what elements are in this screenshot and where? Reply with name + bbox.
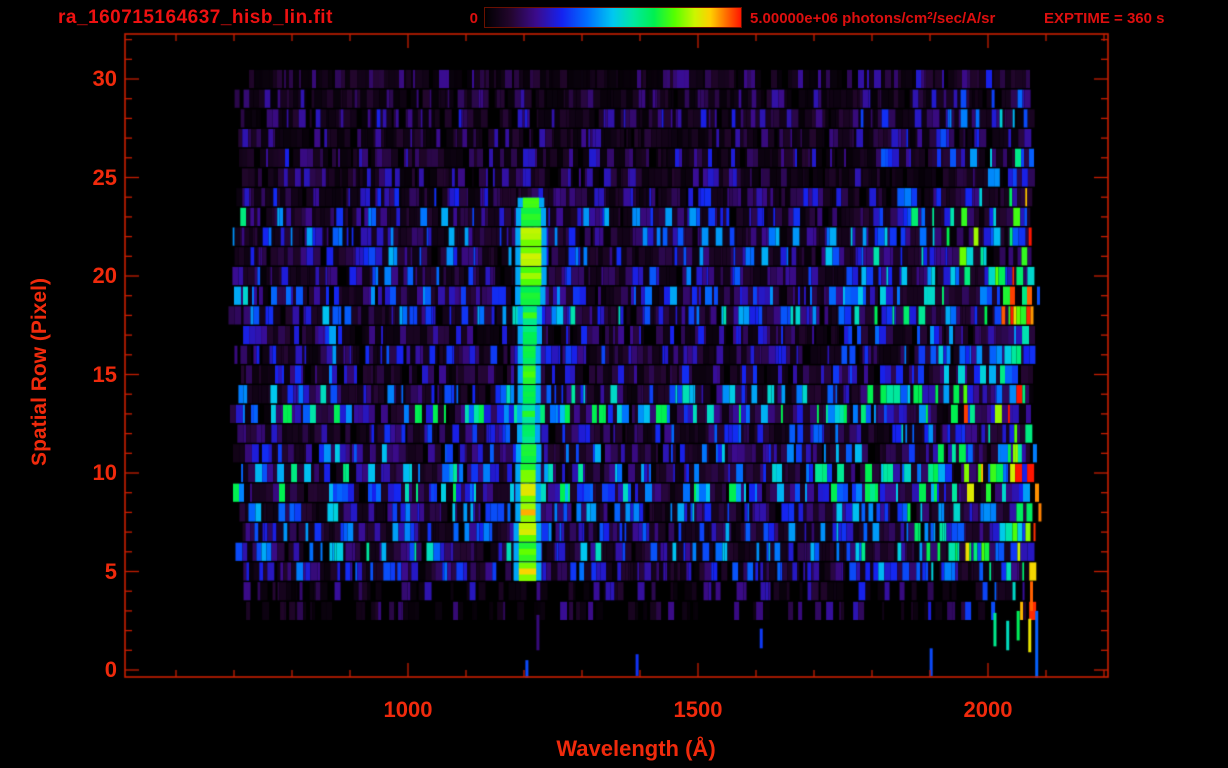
colorbar-max-suffix: /sec/A/sr [932,10,996,27]
y-tick-label-0: 0 [104,657,117,682]
x-tick-label-1500: 1500 [673,697,723,722]
x-tick-label-1000: 1000 [383,697,433,722]
y-tick-label-20: 20 [92,263,117,288]
y-axis-title: Spatial Row (Pixel) [28,278,51,466]
y-tick-label-15: 15 [92,361,117,387]
y-tick-label-10: 10 [92,460,117,485]
y-tick-label-25: 25 [92,164,117,190]
y-tick-label-5: 5 [104,558,117,584]
colorbar-max-label: 5.00000e+06 photons/cm2/sec/A/sr [750,10,995,27]
x-tick-label-2000: 2000 [963,697,1013,722]
spectral-image-plot [0,0,1228,768]
exptime-label: EXPTIME = 360 s [1044,10,1165,27]
colorbar-min-label: 0 [469,10,478,27]
colorbar-gradient [484,7,742,28]
spectrogram-viewer-window: ra_160715164637_hisb_lin.fit 0 5.00000e+… [0,0,1228,768]
file-title: ra_160715164637_hisb_lin.fit [58,7,333,28]
colorbar-max-prefix: 5.00000e+06 photons/cm [750,10,928,27]
x-axis-title: Wavelength (Å) [556,736,716,761]
y-tick-label-30: 30 [92,66,117,91]
